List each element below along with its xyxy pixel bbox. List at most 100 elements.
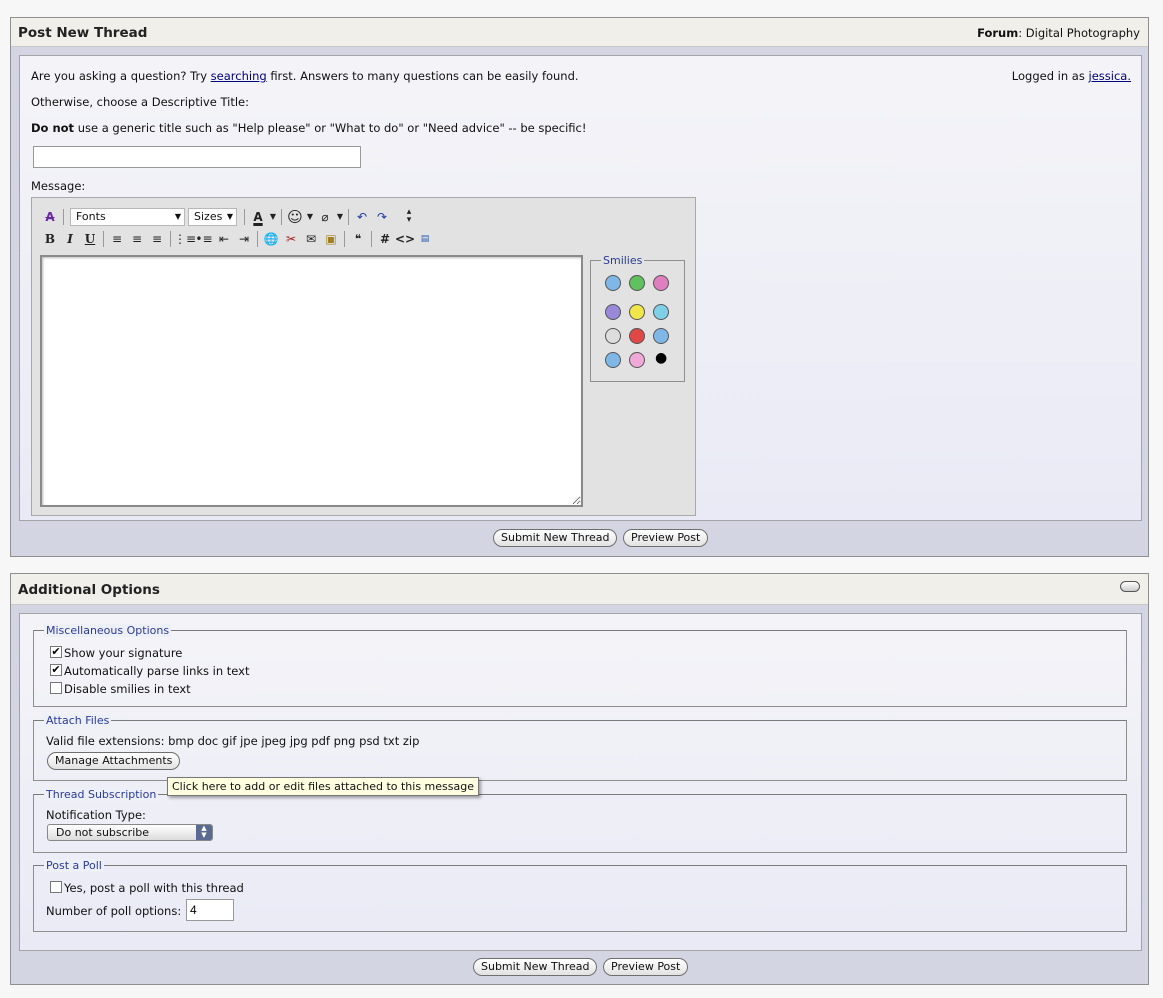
toolbar-separator — [103, 231, 104, 247]
chevron-down-icon[interactable]: ▼ — [305, 208, 315, 226]
size-select[interactable]: Sizes ▼ — [188, 208, 237, 226]
undo-icon[interactable]: ↶ — [352, 208, 372, 226]
post-poll-legend: Post a Poll — [44, 859, 104, 872]
forum-label: Forum — [977, 26, 1019, 40]
thread-title-input[interactable] — [33, 146, 361, 168]
intro-text: Are you asking a question? Try searching… — [31, 69, 579, 83]
post-form-area: Are you asking a question? Try searching… — [19, 55, 1142, 521]
submit-new-thread-button[interactable]: Submit New Thread — [493, 529, 618, 547]
valid-extensions-text: Valid file extensions: bmp doc gif jpe j… — [46, 734, 420, 748]
misc-options-legend: Miscellaneous Options — [44, 624, 172, 637]
chevron-down-icon[interactable]: ▼ — [268, 208, 278, 226]
text-color-icon[interactable]: A — [248, 208, 268, 226]
font-select[interactable]: Fonts ▼ — [70, 208, 185, 226]
show-signature-checkbox[interactable]: ✔ — [50, 646, 62, 658]
thread-subscription-legend: Thread Subscription — [44, 788, 159, 801]
mad-icon[interactable] — [629, 328, 645, 344]
remove-format-icon[interactable]: A — [40, 208, 60, 226]
apple-icon[interactable]: ● — [655, 350, 667, 366]
insert-link-icon[interactable]: 🌐 — [261, 230, 281, 248]
cool-icon[interactable] — [605, 352, 621, 368]
bold-icon[interactable]: B — [40, 230, 60, 248]
html-code-icon[interactable]: <> — [395, 230, 415, 248]
parse-links-checkbox[interactable]: ✔ — [50, 664, 62, 676]
disable-smilies-checkbox[interactable] — [50, 682, 62, 694]
tongue-icon[interactable] — [653, 275, 669, 291]
unlink-icon[interactable]: ✂ — [281, 230, 301, 248]
misc-options-fieldset: Miscellaneous Options ✔ Show your signat… — [33, 624, 1127, 707]
thread-subscription-fieldset: Thread Subscription Notification Type: D… — [33, 788, 1127, 853]
chevron-down-icon[interactable]: ▼ — [335, 208, 345, 226]
frown-icon[interactable] — [605, 304, 621, 320]
editor-toolbar-top: A — [40, 208, 67, 226]
editor-toolbar-bottom: B I U ≡ ≡ ≡ ⋮≡ •≡ ⇤ ⇥ 🌐 ✂ ✉ ▣ ❝ # <> ▤ — [40, 230, 435, 248]
align-center-icon[interactable]: ≡ — [127, 230, 147, 248]
parse-links-label: Automatically parse links in text — [64, 664, 250, 678]
italic-icon[interactable]: I — [60, 230, 80, 248]
toolbar-separator — [244, 209, 245, 225]
size-select-value: Sizes — [194, 210, 223, 223]
post-poll-fieldset: Post a Poll Yes, post a poll with this t… — [33, 859, 1127, 932]
descriptive-title-prompt: Otherwise, choose a Descriptive Title: — [31, 95, 249, 109]
attachment-icon[interactable]: ⌀ — [315, 208, 335, 226]
post-new-thread-header: Post New Thread Forum: Digital Photograp… — [11, 18, 1148, 47]
chevron-down-icon: ▼ — [226, 212, 233, 221]
forum-indicator: Forum: Digital Photography — [977, 26, 1140, 40]
disable-smilies-label: Disable smilies in text — [64, 682, 191, 696]
smile-icon[interactable] — [605, 275, 621, 291]
happy-icon[interactable] — [629, 304, 645, 320]
intro-post: first. Answers to many questions can be … — [270, 69, 579, 83]
eek-icon[interactable] — [605, 328, 621, 344]
resize-editor-icon[interactable]: ▴ ▾ — [399, 208, 419, 226]
insert-smilie-icon[interactable]: ☺ — [285, 208, 305, 226]
indent-icon[interactable]: ⇥ — [234, 230, 254, 248]
attachments-tooltip: Click here to add or edit files attached… — [167, 777, 479, 796]
additional-options-header: Additional Options — [11, 574, 1148, 605]
ordered-list-icon[interactable]: ⋮≡ — [174, 230, 196, 248]
grin-icon[interactable] — [629, 275, 645, 291]
manage-attachments-button[interactable]: Manage Attachments — [47, 752, 181, 770]
align-left-icon[interactable]: ≡ — [107, 230, 127, 248]
post-poll-checkbox[interactable] — [50, 881, 62, 893]
underline-icon[interactable]: U — [80, 230, 100, 248]
message-label: Message: — [31, 179, 86, 193]
wink-icon[interactable] — [629, 352, 645, 368]
username-link[interactable]: jessica. — [1089, 69, 1131, 83]
confused-icon[interactable] — [653, 304, 669, 320]
notification-type-label: Notification Type: — [46, 808, 146, 822]
preview-post-button[interactable]: Preview Post — [623, 529, 709, 547]
quote-icon[interactable]: ❝ — [348, 230, 368, 248]
unordered-list-icon[interactable]: •≡ — [194, 230, 214, 248]
intro-pre: Are you asking a question? Try — [31, 69, 208, 83]
post-new-thread-panel: Post New Thread Forum: Digital Photograp… — [10, 17, 1149, 557]
collapse-toggle-icon[interactable] — [1120, 581, 1140, 592]
notification-type-select[interactable]: Do not subscribe ▲ ▼ — [47, 824, 213, 841]
submit-new-thread-button[interactable]: Submit New Thread — [473, 958, 598, 976]
insert-image-icon[interactable]: ▣ — [321, 230, 341, 248]
generic-title-warning: Do not use a generic title such as "Help… — [31, 121, 586, 135]
smilies-box: Smilies ● — [590, 254, 685, 382]
redo-icon[interactable]: ↷ — [372, 208, 392, 226]
align-right-icon[interactable]: ≡ — [147, 230, 167, 248]
poll-options-input[interactable] — [186, 899, 234, 921]
code-hash-icon[interactable]: # — [375, 230, 395, 248]
php-code-icon[interactable]: ▤ — [415, 230, 435, 248]
page-title: Post New Thread — [18, 25, 148, 41]
toolbar-separator — [63, 209, 64, 225]
warning-rest: use a generic title such as "Help please… — [77, 121, 587, 135]
editor-toolbar-top-right: A ▼ ☺ ▼ ⌀ ▼ ↶ ↷ ▴ ▾ — [241, 208, 419, 226]
toolbar-separator — [395, 209, 396, 225]
outdent-icon[interactable]: ⇤ — [214, 230, 234, 248]
insert-email-icon[interactable]: ✉ — [301, 230, 321, 248]
message-textarea[interactable] — [40, 255, 583, 507]
searching-link[interactable]: searching — [211, 69, 267, 83]
rolleyes-icon[interactable] — [653, 328, 669, 344]
logged-in-label: Logged in as — [1011, 69, 1085, 83]
chevron-down-icon: ▼ — [174, 212, 181, 221]
forum-name: Digital Photography — [1025, 26, 1140, 40]
font-select-value: Fonts — [76, 210, 106, 223]
toolbar-separator — [281, 209, 282, 225]
toolbar-separator — [170, 231, 171, 247]
preview-post-button[interactable]: Preview Post — [603, 958, 689, 976]
toolbar-separator — [371, 231, 372, 247]
